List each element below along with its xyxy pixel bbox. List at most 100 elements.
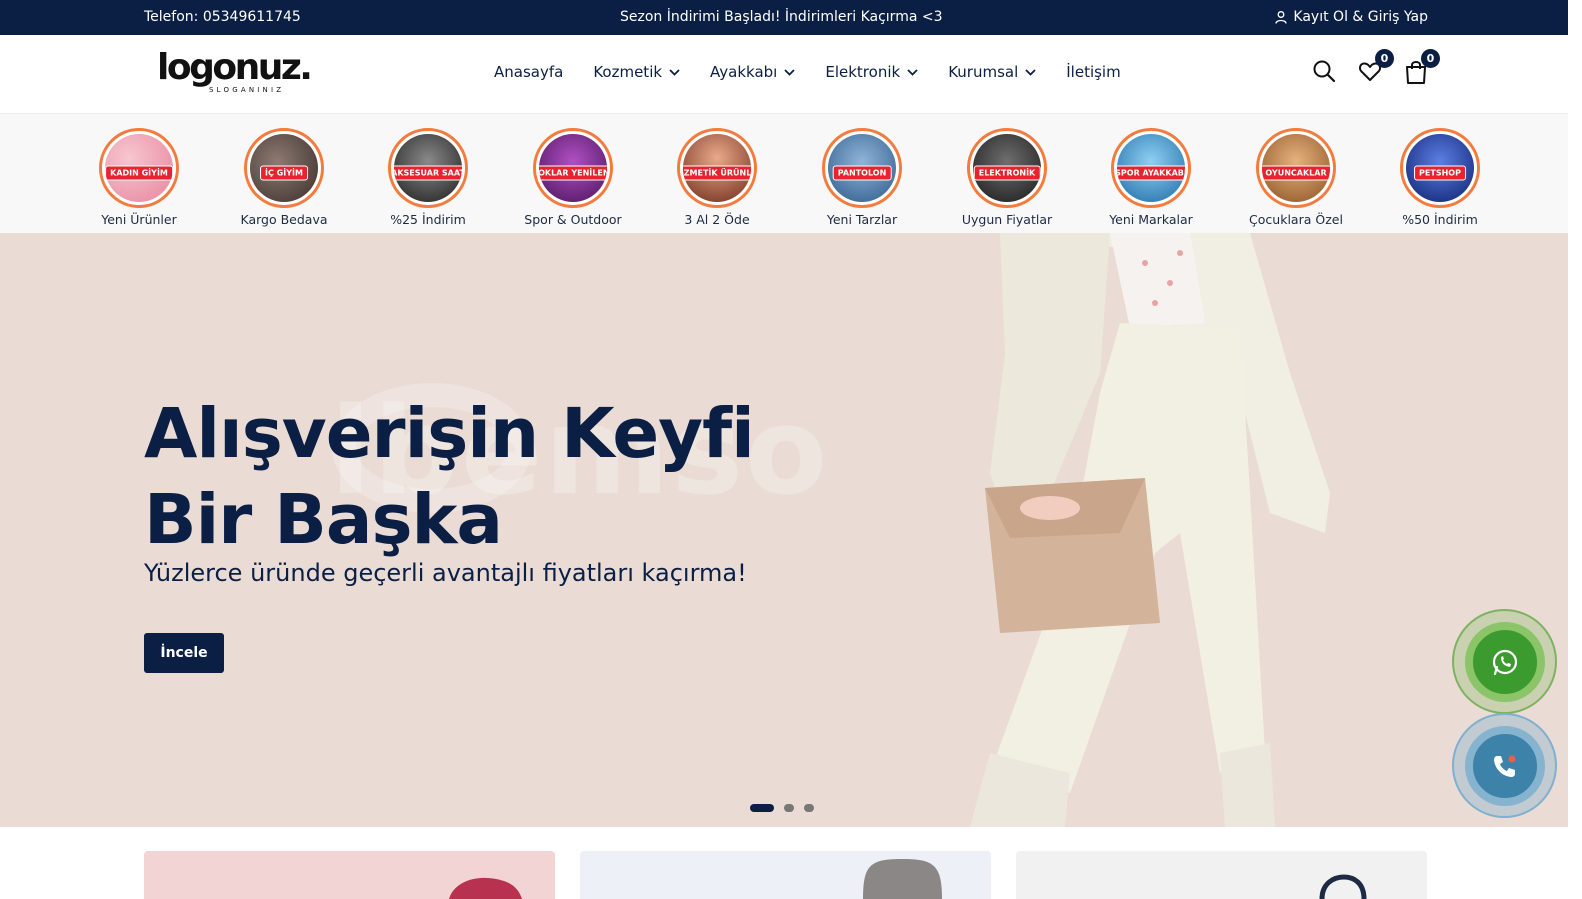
story-item[interactable]: PETSHOP %50 İndirim	[1370, 128, 1510, 227]
story-tag: PETSHOP	[1414, 165, 1466, 181]
wishlist-button[interactable]: 0	[1358, 49, 1394, 85]
logo-slogan: SLOGANINIZ	[209, 86, 285, 94]
story-ring: İÇ GİYİM	[244, 128, 324, 208]
story-image: AKSESUAR SAAT	[394, 134, 462, 202]
slider-dot[interactable]	[784, 804, 794, 812]
hero-model-image	[970, 233, 1330, 827]
hero-slider: ibemso Alışverişin Keyfi Bir Başka Yüzle…	[0, 233, 1568, 827]
wishlist-count-badge: 0	[1375, 49, 1394, 68]
story-image: ELEKTRONİK	[973, 134, 1041, 202]
main-nav: Anasayfa Kozmetik Ayakkabı Elektronik Ku…	[494, 63, 1121, 81]
nav-item-ayakkabi[interactable]: Ayakkabı	[710, 63, 795, 81]
story-ring: PETSHOP	[1400, 128, 1480, 208]
story-label: %25 İndirim	[390, 212, 466, 227]
phone-call-icon	[1493, 755, 1515, 777]
nav-label: Anasayfa	[494, 63, 564, 81]
story-image: PANTOLON	[828, 134, 896, 202]
story-image: KOZMETİK ÜRÜNLER	[683, 134, 751, 202]
chevron-down-icon	[669, 68, 680, 76]
story-ring: OYUNCAKLAR	[1256, 128, 1336, 208]
hero-title: Alışverişin Keyfi Bir Başka	[144, 391, 755, 563]
category-cards	[0, 827, 1568, 899]
story-tag: SPOR AYAKKABI	[1117, 165, 1185, 181]
story-tag: STOKLAR YENİLENDİ	[539, 165, 607, 181]
nav-label: Kozmetik	[593, 63, 663, 81]
slider-pagination	[750, 804, 814, 812]
story-image: STOKLAR YENİLENDİ	[539, 134, 607, 202]
hero-subtitle: Yüzlerce üründe geçerli avantajlı fiyatl…	[144, 559, 747, 587]
chevron-down-icon	[784, 68, 795, 76]
site-logo[interactable]: logonuz. SLOGANINIZ	[157, 47, 313, 98]
story-ring: PANTOLON	[822, 128, 902, 208]
search-icon	[1313, 60, 1336, 83]
phone-number[interactable]: Telefon: 05349611745	[144, 9, 301, 25]
promo-text: Sezon İndirimi Başladı! İndirimleri Kaçı…	[620, 9, 943, 25]
story-label: Yeni Tarzlar	[826, 212, 898, 227]
story-strip: KADIN GİYİM Yeni Ürünler İÇ GİYİM Kargo …	[0, 114, 1568, 233]
nav-label: Elektronik	[825, 63, 901, 81]
story-tag: KOZMETİK ÜRÜNLER	[683, 165, 751, 181]
story-label: %50 İndirim	[1402, 212, 1478, 227]
story-image: SPOR AYAKKABI	[1117, 134, 1185, 202]
whatsapp-icon	[1492, 649, 1517, 675]
main-header: logonuz. SLOGANINIZ Anasayfa Kozmetik Ay…	[0, 35, 1568, 114]
story-item[interactable]: SPOR AYAKKABI Yeni Markalar	[1081, 128, 1221, 227]
slider-dot[interactable]	[804, 804, 814, 812]
nav-item-kozmetik[interactable]: Kozmetik	[593, 63, 680, 81]
hero-title-line1: Alışverişin Keyfi	[144, 394, 755, 474]
call-button[interactable]	[1452, 713, 1557, 818]
cart-button[interactable]: 0	[1404, 49, 1440, 85]
story-item[interactable]: STOKLAR YENİLENDİ Spor & Outdoor	[503, 128, 643, 227]
whatsapp-button[interactable]	[1452, 609, 1557, 714]
category-card[interactable]	[1016, 851, 1427, 899]
story-item[interactable]: KOZMETİK ÜRÜNLER 3 Al 2 Öde	[647, 128, 787, 227]
header-icons: 0 0	[1312, 49, 1440, 85]
chevron-down-icon	[1025, 68, 1036, 76]
hero-cta-button[interactable]: İncele	[144, 633, 224, 673]
story-label: 3 Al 2 Öde	[684, 212, 750, 227]
story-item[interactable]: AKSESUAR SAAT %25 İndirim	[358, 128, 498, 227]
story-image: PETSHOP	[1406, 134, 1474, 202]
nav-label: İletişim	[1066, 63, 1121, 81]
story-item[interactable]: ELEKTRONİK Uygun Fiyatlar	[937, 128, 1077, 227]
nav-label: Ayakkabı	[710, 63, 778, 81]
story-image: KADIN GİYİM	[105, 134, 173, 202]
login-link[interactable]: Kayıt Ol & Giriş Yap	[1275, 9, 1428, 25]
nav-item-anasayfa[interactable]: Anasayfa	[494, 63, 563, 81]
story-ring: KOZMETİK ÜRÜNLER	[677, 128, 757, 208]
headphones-image	[1319, 874, 1367, 899]
login-label: Kayıt Ol & Giriş Yap	[1293, 9, 1428, 25]
story-label: Spor & Outdoor	[524, 212, 622, 227]
chevron-down-icon	[907, 68, 918, 76]
nav-label: Kurumsal	[948, 63, 1019, 81]
story-ring: ELEKTRONİK	[967, 128, 1047, 208]
story-ring: STOKLAR YENİLENDİ	[533, 128, 613, 208]
category-card[interactable]	[580, 851, 991, 899]
nav-item-iletisim[interactable]: İletişim	[1066, 63, 1120, 81]
hero-title-line2: Bir Başka	[144, 480, 503, 560]
story-item[interactable]: OYUNCAKLAR Çocuklara Özel	[1226, 128, 1366, 227]
story-label: Kargo Bedava	[240, 212, 328, 227]
story-tag: AKSESUAR SAAT	[394, 165, 462, 181]
nav-item-elektronik[interactable]: Elektronik	[825, 63, 918, 81]
story-tag: KADIN GİYİM	[105, 165, 173, 181]
story-tag: PANTOLON	[832, 165, 892, 181]
story-ring: KADIN GİYİM	[99, 128, 179, 208]
logo-text: logonuz.	[157, 47, 313, 88]
story-item[interactable]: İÇ GİYİM Kargo Bedava	[214, 128, 354, 227]
cart-count-badge: 0	[1421, 49, 1440, 68]
category-card[interactable]	[144, 851, 555, 899]
story-tag: OYUNCAKLAR	[1262, 165, 1330, 181]
story-item[interactable]: PANTOLON Yeni Tarzlar	[792, 128, 932, 227]
story-tag: İÇ GİYİM	[260, 165, 308, 181]
slider-dot[interactable]	[750, 804, 774, 812]
search-button[interactable]	[1312, 59, 1336, 85]
user-icon	[1275, 10, 1288, 24]
story-label: Yeni Ürünler	[101, 212, 177, 227]
nav-item-kurumsal[interactable]: Kurumsal	[948, 63, 1036, 81]
story-label: Uygun Fiyatlar	[961, 212, 1053, 227]
story-item[interactable]: KADIN GİYİM Yeni Ürünler	[69, 128, 209, 227]
story-label: Çocuklara Özel	[1249, 212, 1343, 227]
story-ring: SPOR AYAKKABI	[1111, 128, 1191, 208]
chair-image	[863, 859, 942, 899]
